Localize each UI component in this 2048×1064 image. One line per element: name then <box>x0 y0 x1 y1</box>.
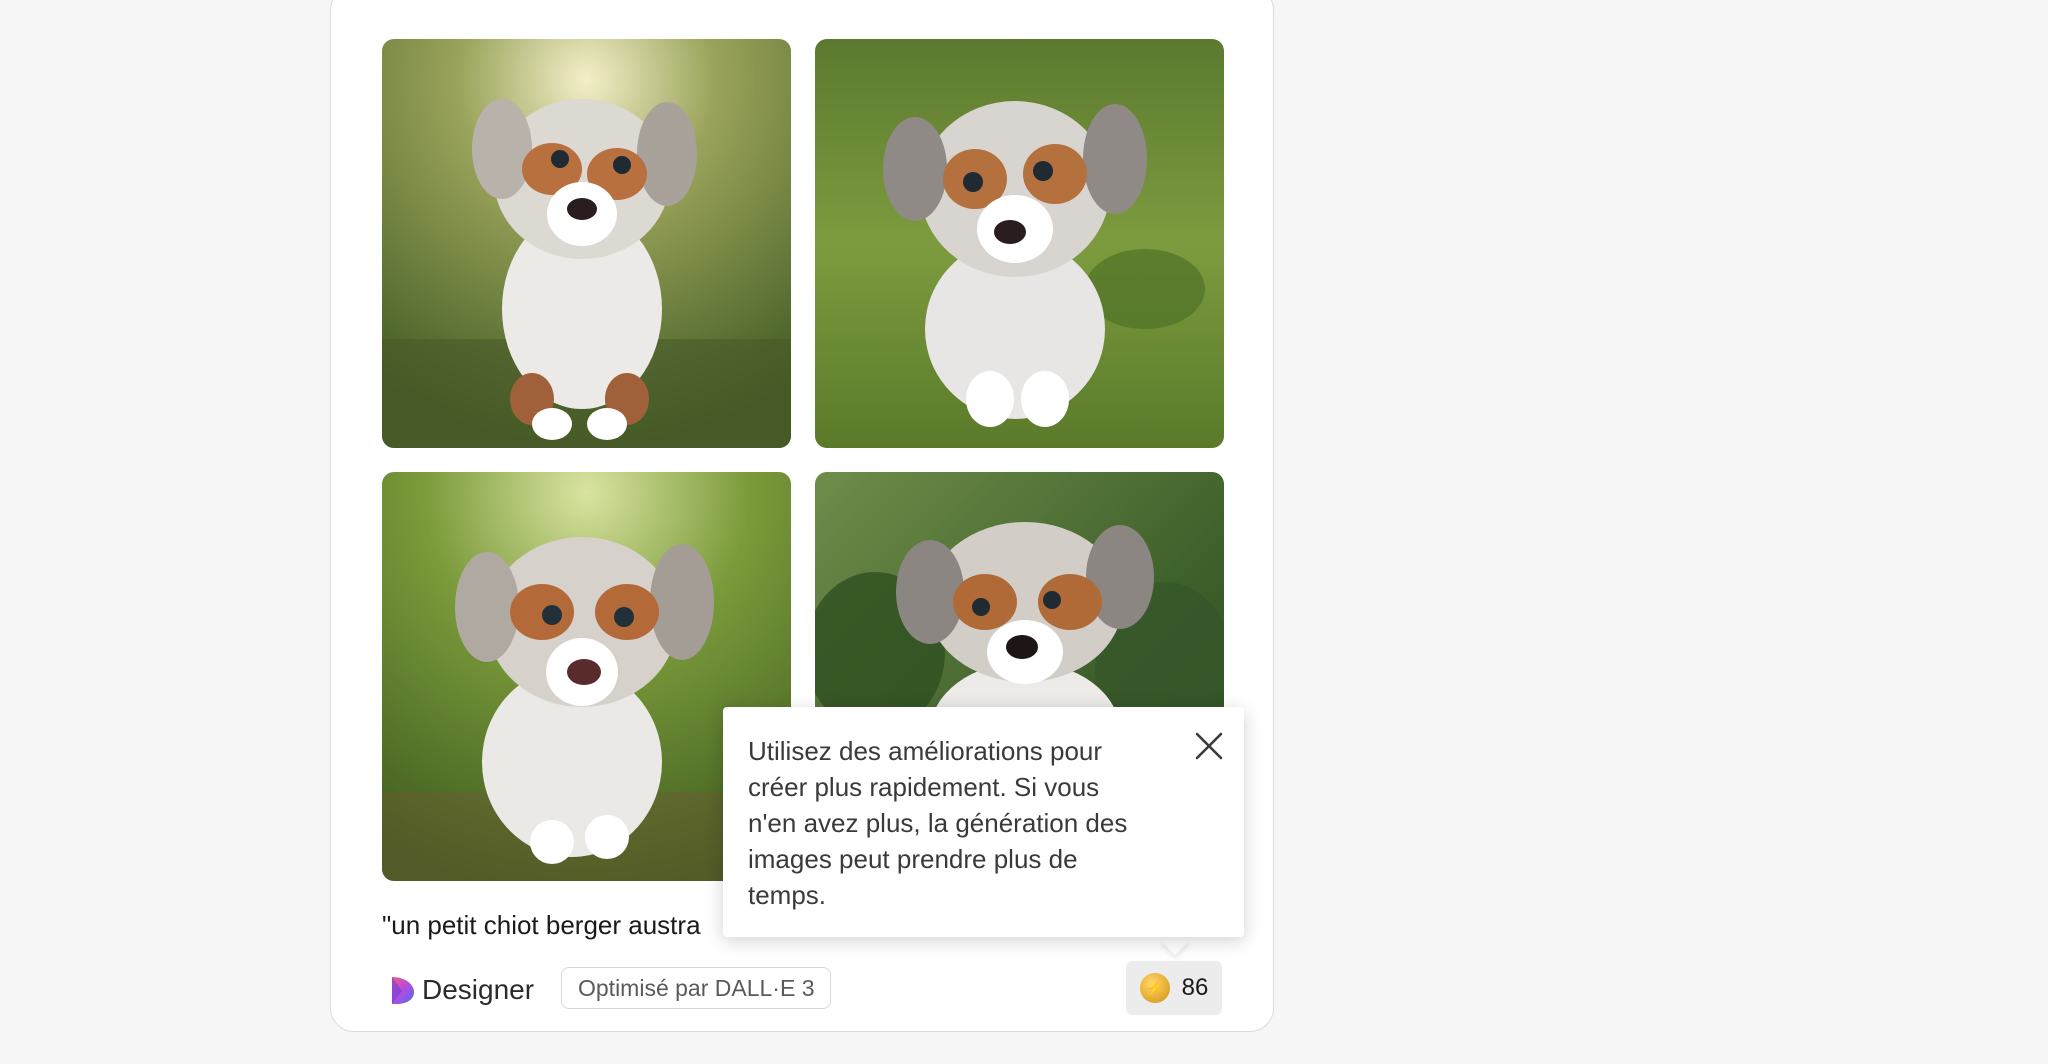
generated-image-1[interactable] <box>382 39 791 448</box>
designer-logo-icon <box>392 977 414 1004</box>
boost-tooltip: Utilisez des améliorations pour créer pl… <box>723 707 1244 937</box>
designer-label: Designer <box>422 974 535 1005</box>
tooltip-text: Utilisez des améliorations pour créer pl… <box>748 736 1128 910</box>
puppy-image-2 <box>815 39 1224 448</box>
prompt-text: "un petit chiot berger austra <box>382 910 701 940</box>
puppy-image-1 <box>382 39 791 448</box>
boost-counter-button[interactable]: ⚡ 86 <box>1126 961 1222 1015</box>
close-icon[interactable] <box>1194 731 1224 761</box>
boost-coin-icon: ⚡ <box>1139 973 1170 1003</box>
designer-link[interactable]: Designer <box>384 970 534 1010</box>
powered-by-badge: Optimisé par DALL·E 3 <box>561 967 832 1009</box>
boost-count: 86 <box>1181 974 1209 1001</box>
generated-image-2[interactable] <box>815 39 1224 448</box>
